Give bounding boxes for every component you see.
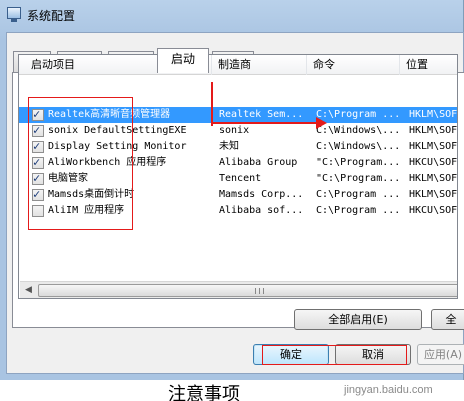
command-cell: "C:\Program... — [316, 157, 400, 168]
location-cell: HKLM\SOFT — [409, 141, 458, 152]
command-cell: "C:\Program... — [316, 173, 400, 184]
apply-button[interactable]: 应用(A) — [417, 344, 464, 365]
caption-text: 注意事项 — [168, 384, 240, 401]
location-cell: HKLM\SOFT — [409, 125, 458, 136]
tab-startup[interactable]: 启动 — [157, 48, 209, 73]
monitor-icon — [7, 7, 21, 22]
command-cell: C:\Program ... — [316, 189, 400, 200]
disable-all-button[interactable]: 全 — [431, 309, 464, 330]
scroll-left-arrow-icon[interactable]: ◀ — [20, 282, 37, 298]
column-header-location[interactable]: 位置 — [400, 55, 457, 75]
annotation-button-box — [262, 345, 407, 365]
annotation-arrow-head-icon — [316, 117, 327, 129]
manufacturer-cell: 未知 — [219, 141, 239, 152]
manufacturer-cell: Alibaba sof... — [219, 205, 304, 216]
scrollbar-grip-icon — [255, 288, 264, 294]
location-cell: HKCU\SOFT — [409, 205, 458, 216]
manufacturer-cell: Alibaba Group — [219, 157, 298, 168]
location-cell: HKLM\SOFT — [409, 173, 458, 184]
manufacturer-cell: Mamsds Corp... — [219, 189, 304, 200]
location-cell: HKLM\SOFT — [409, 109, 458, 120]
command-cell: C:\Windows\... — [316, 125, 400, 136]
enable-all-button[interactable]: 全部启用(E) — [294, 309, 422, 330]
list-header: 启动项目 制造商 命令 位置 — [19, 55, 457, 75]
horizontal-scrollbar[interactable]: ◀ — [20, 281, 457, 298]
column-header-manufacturer[interactable]: 制造商 — [212, 55, 307, 75]
manufacturer-cell: sonix — [219, 125, 250, 136]
title-bar[interactable]: 系统配置 — [0, 0, 464, 28]
scrollbar-thumb[interactable] — [38, 284, 457, 297]
window-title: 系统配置 — [27, 9, 76, 23]
annotation-highlight-box — [28, 97, 133, 230]
command-cell: C:\Program ... — [316, 109, 400, 120]
command-cell: C:\Windows\... — [316, 141, 400, 152]
column-header-command[interactable]: 命令 — [307, 55, 400, 75]
annotation-vertical-line — [211, 82, 213, 126]
location-cell: HKCU\SOFT — [409, 157, 458, 168]
watermark-text: jingyan.baidu.com — [344, 384, 433, 396]
manufacturer-cell: Realtek Sem... — [219, 109, 304, 120]
annotation-arrow-shaft — [212, 122, 318, 124]
location-cell: HKLM\SOFT — [409, 189, 458, 200]
command-cell: C:\Program ... — [316, 205, 400, 216]
manufacturer-cell: Tencent — [219, 173, 262, 184]
